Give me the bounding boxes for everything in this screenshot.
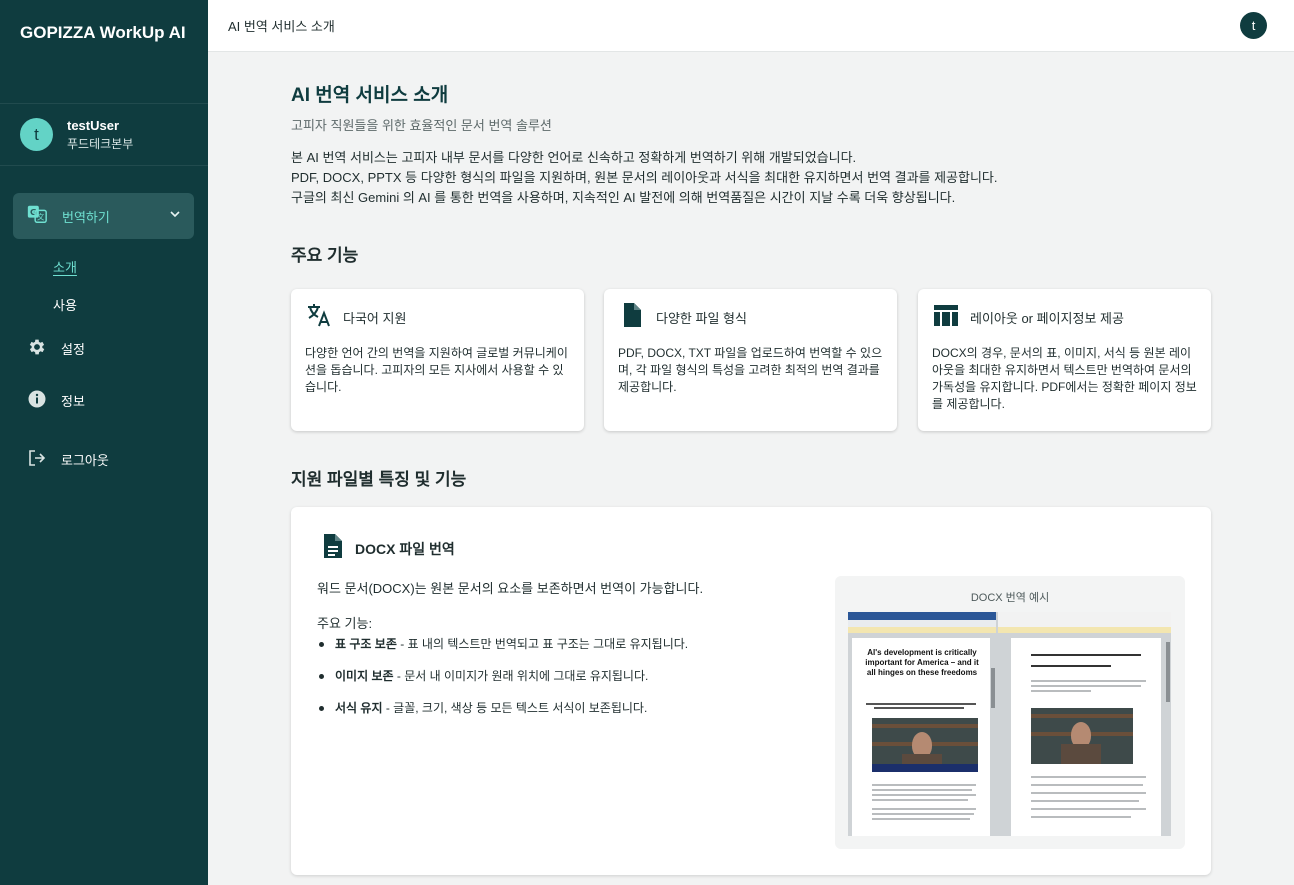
main-content: AI 번역 서비스 소개 고피자 직원들을 위한 효율적인 문서 번역 솔루션 …: [291, 52, 1211, 885]
feature-card: 다국어 지원 다양한 언어 간의 번역을 지원하여 글로벌 커뮤니케이션을 돕습…: [291, 289, 584, 431]
example-caption: DOCX 번역 예시: [970, 592, 1050, 604]
docx-panel: DOCX 파일 번역 워드 문서(DOCX)는 원본 문서의 요소를 보존하면서…: [291, 507, 1211, 875]
feature-desc: PDF, DOCX, TXT 파일을 업로드하여 번역할 수 있으며, 각 파일…: [618, 346, 883, 394]
list-item: 서식 유지 - 글꼴, 크기, 색상 등 모든 텍스트 서식이 보존됩니다.: [317, 699, 688, 731]
feature-title: 다양한 파일 형식: [656, 310, 747, 326]
page-title: AI 번역 서비스 소개: [291, 85, 449, 106]
docx-desc: 워드 문서(DOCX)는 원본 문서의 요소를 보존하면서 번역이 가능합니다.: [317, 581, 704, 596]
top-avatar[interactable]: t: [1240, 12, 1267, 39]
point-text: - 문서 내 이미지가 원래 위치에 그대로 유지됩니다.: [393, 669, 649, 683]
feature-card: 레이아웃 or 페이지정보 제공 DOCX의 경우, 문서의 표, 이미지, 서…: [918, 289, 1211, 431]
breadcrumb: AI 번역 서비스 소개: [228, 19, 335, 34]
translate-icon: G文: [26, 203, 48, 230]
avatar: t: [20, 118, 53, 151]
user-department: 푸드테크본부: [67, 136, 134, 151]
sidebar-group-label: 번역하기: [62, 209, 110, 225]
page-subtitle: 고피자 직원들을 위한 효율적인 문서 번역 솔루션: [291, 118, 552, 133]
sidebar-subitem-use[interactable]: 사용: [53, 295, 77, 314]
sidebar: GOPIZZA WorkUp AI t testUser 푸드테크본부 G文 번…: [0, 0, 208, 885]
table-layout-icon: [932, 301, 960, 334]
chevron-down-icon: [169, 207, 181, 225]
feature-desc: 다양한 언어 간의 번역을 지원하여 글로벌 커뮤니케이션을 돕습니다. 고피자…: [305, 346, 568, 394]
logout-icon: [27, 448, 47, 471]
sidebar-subitem-intro[interactable]: 소개: [53, 257, 77, 276]
feature-card: 다양한 파일 형식 PDF, DOCX, TXT 파일을 업로드하여 번역할 수…: [604, 289, 897, 431]
intro-line: 구글의 최신 Gemini 의 AI 를 통한 번역을 사용하며, 지속적인 A…: [291, 190, 956, 205]
sidebar-group-translate[interactable]: G文 번역하기: [13, 193, 194, 239]
example-screenshot: AI's development is critically important…: [848, 612, 1171, 836]
intro-line: PDF, DOCX, PPTX 등 다양한 형식의 파일을 지원하며, 원본 문…: [291, 170, 998, 185]
docx-features-label: 주요 기능:: [317, 616, 373, 631]
feature-title: 다국어 지원: [343, 310, 407, 326]
file-icon: [618, 301, 646, 334]
translated-document: [1011, 638, 1161, 836]
sidebar-item-label: 정보: [61, 394, 85, 409]
sidebar-item-label: 로그아웃: [61, 453, 109, 468]
point-bold: 표 구조 보존: [335, 637, 397, 651]
svg-text:文: 文: [37, 212, 45, 221]
sidebar-item-settings[interactable]: 설정: [27, 337, 85, 360]
example-headline: AI's development is critically important…: [865, 648, 979, 677]
list-item: 표 구조 보존 - 표 내의 텍스트만 번역되고 표 구조는 그대로 유지됩니다…: [317, 635, 688, 667]
sidebar-item-info[interactable]: 정보: [27, 389, 85, 412]
point-text: - 표 내의 텍스트만 번역되고 표 구조는 그대로 유지됩니다.: [396, 637, 689, 651]
sidebar-item-logout[interactable]: 로그아웃: [27, 448, 109, 471]
point-bold: 이미지 보존: [335, 669, 394, 683]
sidebar-item-label: 설정: [61, 342, 85, 357]
top-bar: AI 번역 서비스 소개 t: [208, 0, 1294, 52]
brand-title[interactable]: GOPIZZA WorkUp AI: [0, 0, 208, 104]
user-name: testUser: [67, 117, 120, 133]
point-text: - 글꼴, 크기, 색상 등 모든 텍스트 서식이 보존됩니다.: [382, 701, 648, 715]
intro-line: 본 AI 번역 서비스는 고피자 내부 문서를 다양한 언어로 신속하고 정확하…: [291, 150, 857, 165]
docx-example: DOCX 번역 예시 AI's development is criticall…: [835, 576, 1185, 849]
intro-text: 본 AI 번역 서비스는 고피자 내부 문서를 다양한 언어로 신속하고 정확하…: [291, 148, 998, 208]
list-item: 이미지 보존 - 문서 내 이미지가 원래 위치에 그대로 유지됩니다.: [317, 667, 688, 699]
feature-desc: DOCX의 경우, 문서의 표, 이미지, 서식 등 원본 레이아웃을 최대한 …: [932, 346, 1197, 411]
example-photo: [872, 718, 978, 772]
features-title: 주요 기능: [291, 246, 359, 265]
translate-icon: [305, 301, 333, 334]
point-bold: 서식 유지: [335, 701, 383, 715]
document-icon: [321, 533, 345, 564]
docx-feature-list: 표 구조 보존 - 표 내의 텍스트만 번역되고 표 구조는 그대로 유지됩니다…: [317, 635, 688, 731]
translated-photo: [1031, 708, 1133, 764]
user-profile[interactable]: t testUser 푸드테크본부: [0, 104, 208, 166]
source-document: AI's development is critically important…: [852, 638, 990, 836]
gear-icon: [27, 337, 47, 360]
feature-title: 레이아웃 or 페이지정보 제공: [970, 310, 1124, 326]
files-section-title: 지원 파일별 특징 및 기능: [291, 470, 467, 489]
info-icon: [27, 389, 47, 412]
docx-title: DOCX 파일 번역: [355, 540, 455, 557]
